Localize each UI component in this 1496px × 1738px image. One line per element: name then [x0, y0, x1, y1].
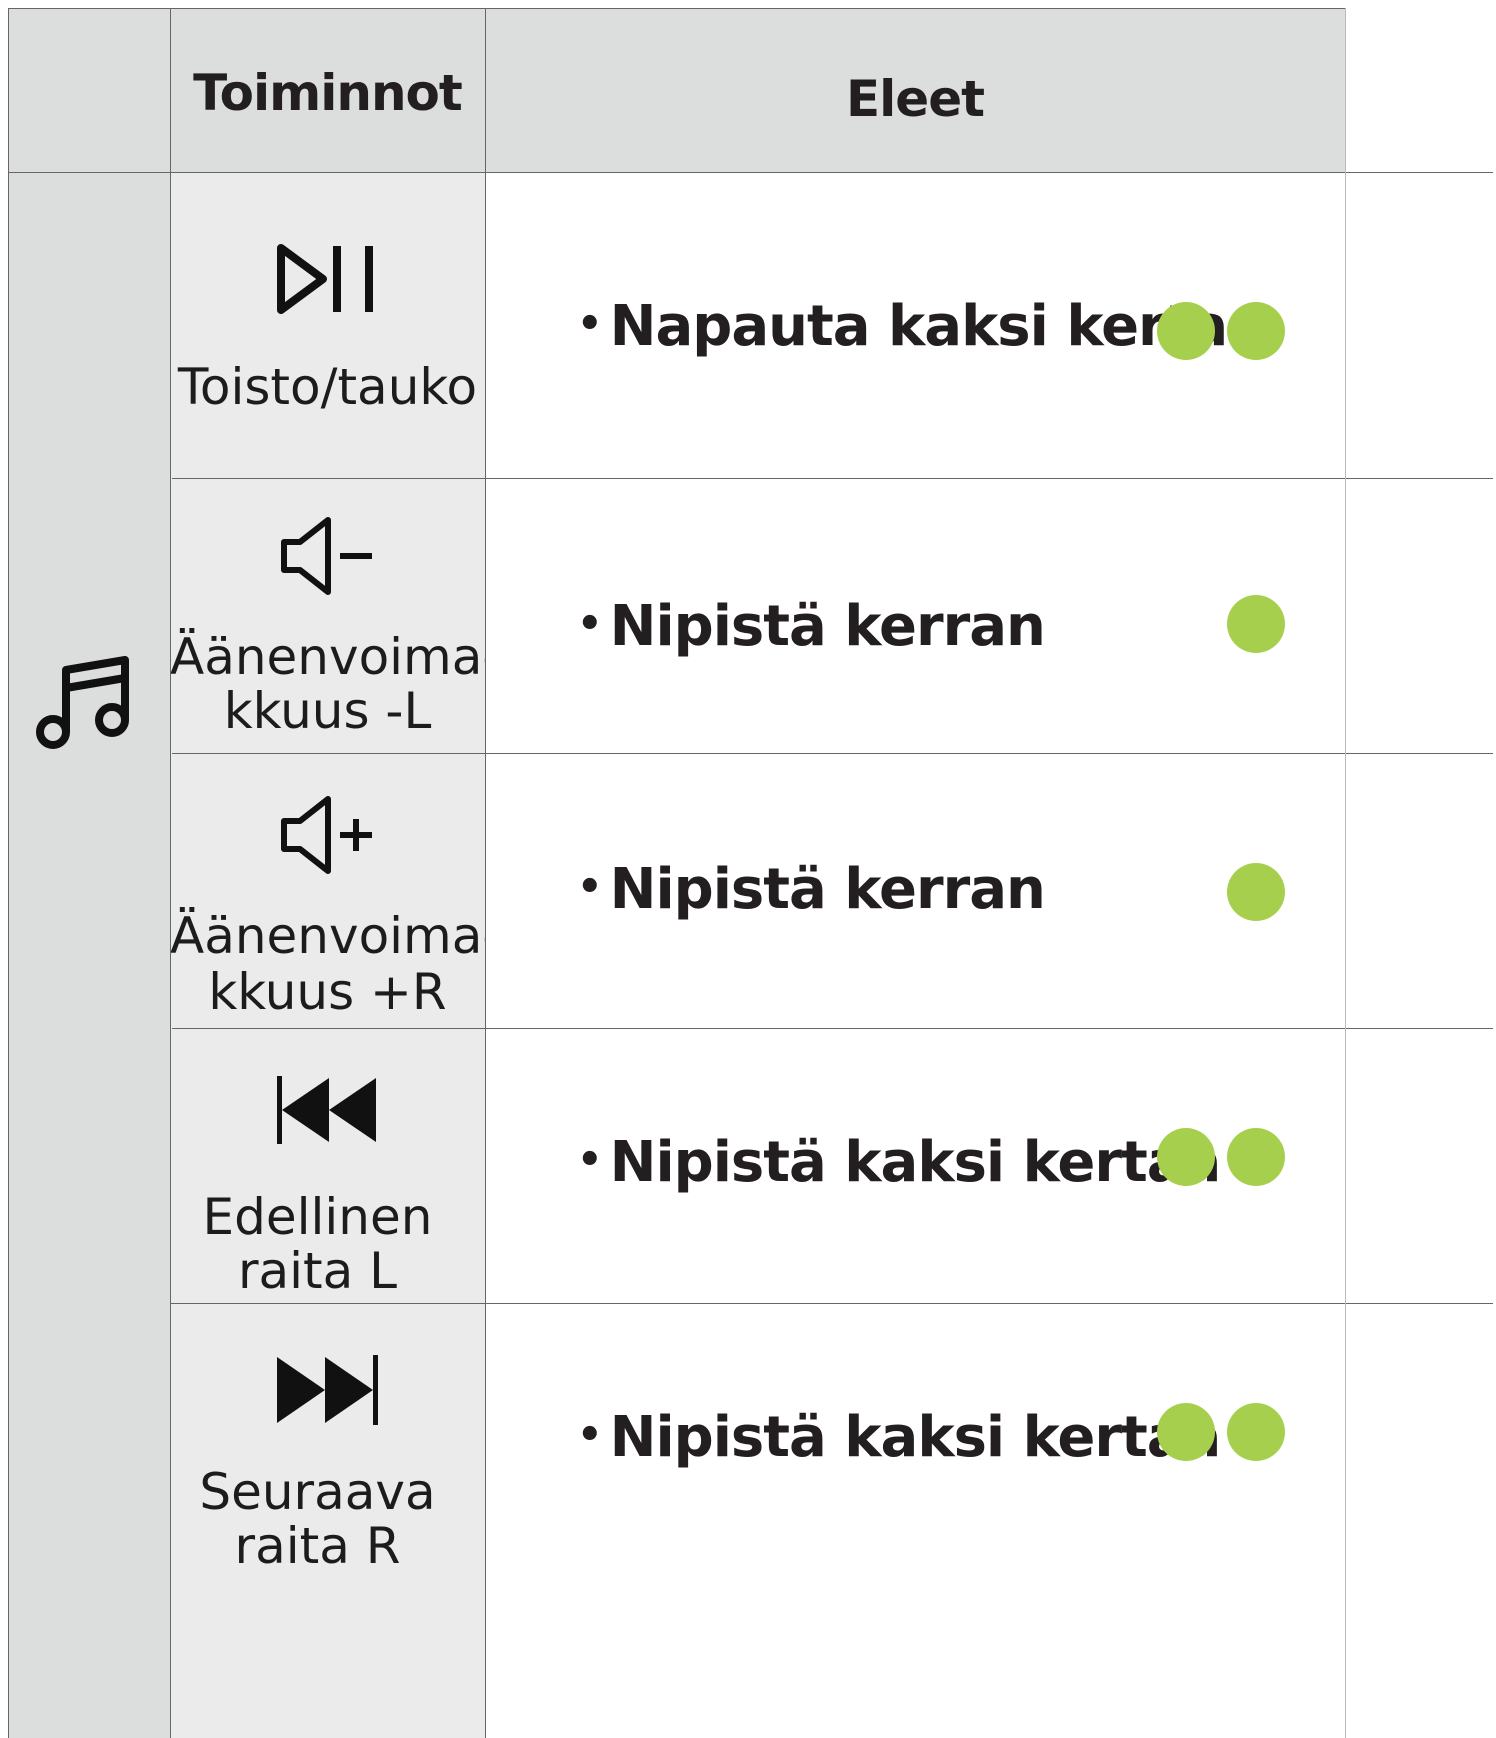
- gesture-dots: [1157, 1128, 1285, 1186]
- function-cell-volume-down: Äänenvoima- kkuus -L: [170, 478, 501, 753]
- pinch-dot-icon: [1227, 1403, 1285, 1461]
- divider: [170, 1303, 1493, 1304]
- function-label-line1: Seuraava: [199, 1463, 436, 1521]
- header-functions-label: Toiminnot: [193, 64, 463, 122]
- function-label-line1: Edellinen: [202, 1188, 433, 1246]
- divider: [8, 172, 1493, 173]
- header-empty-cell: [8, 8, 170, 172]
- function-cell-next: Seuraava raita R: [170, 1303, 485, 1738]
- gesture-text: • Nipistä kaksi kertaa: [577, 1130, 1221, 1195]
- tap-dot-icon: [1157, 302, 1215, 360]
- function-label: Toisto/tauko: [177, 358, 478, 416]
- gesture-cell-next: • Nipistä kaksi kertaa: [485, 1303, 1345, 1738]
- gesture-text: • Nipistä kerran: [577, 594, 1046, 659]
- gesture-text: • Nipistä kaksi kertaa: [577, 1405, 1221, 1470]
- header-gestures-label: Eleet: [845, 70, 985, 128]
- function-label-line2: raita L: [237, 1242, 398, 1300]
- volume-up-icon: [280, 796, 372, 874]
- function-label-line2: kkuus -L: [223, 682, 432, 740]
- next-track-icon: [276, 1355, 378, 1425]
- music-note-icon: [36, 656, 129, 749]
- tap-dot-icon: [1227, 302, 1285, 360]
- volume-down-icon: [280, 517, 372, 595]
- divider: [172, 478, 1493, 479]
- gesture-dots: [1157, 1403, 1285, 1461]
- gesture-cell-volume-up: • Nipistä kerran: [485, 753, 1345, 1028]
- gesture-text: • Nipistä kerran: [577, 857, 1046, 922]
- pinch-dot-icon: [1157, 1128, 1215, 1186]
- pinch-dot-icon: [1227, 863, 1285, 921]
- divider: [8, 8, 1345, 9]
- divider: [172, 1028, 1493, 1029]
- divider: [1345, 8, 1346, 1738]
- gesture-dots: [1157, 302, 1285, 360]
- gesture-table: Toiminnot Eleet Toisto/tauko • Napauta ka…: [8, 8, 1493, 1738]
- category-cell: [8, 172, 170, 1738]
- divider: [172, 753, 1493, 754]
- pinch-dot-icon: [1227, 1128, 1285, 1186]
- pinch-dot-icon: [1157, 1403, 1215, 1461]
- gesture-dots: [1227, 863, 1285, 921]
- function-label-line1: Äänenvoima-: [170, 628, 501, 686]
- function-label-line1: Äänenvoima-: [170, 907, 501, 965]
- function-cell-previous: Edellinen raita L: [170, 1028, 485, 1303]
- divider: [8, 8, 9, 1738]
- gesture-cell-volume-down: • Nipistä kerran: [485, 478, 1345, 753]
- function-cell-volume-up: Äänenvoima- kkuus +R: [170, 753, 501, 1028]
- divider: [485, 8, 486, 1738]
- function-label-line2: raita R: [234, 1517, 401, 1575]
- header-gestures-cell: Eleet: [485, 8, 1345, 172]
- function-label-line2: kkuus +R: [208, 963, 447, 1021]
- function-cell-play-pause: Toisto/tauko: [170, 172, 485, 478]
- divider: [170, 8, 171, 1738]
- previous-track-icon: [276, 1076, 376, 1144]
- pinch-dot-icon: [1227, 595, 1285, 653]
- play-pause-icon: [276, 244, 373, 314]
- gesture-cell-previous: • Nipistä kaksi kertaa: [485, 1028, 1345, 1303]
- gesture-cell-play-pause: • Napauta kaksi kertaa: [485, 172, 1345, 478]
- header-functions-cell: Toiminnot: [170, 8, 485, 172]
- gesture-dots: [1227, 595, 1285, 653]
